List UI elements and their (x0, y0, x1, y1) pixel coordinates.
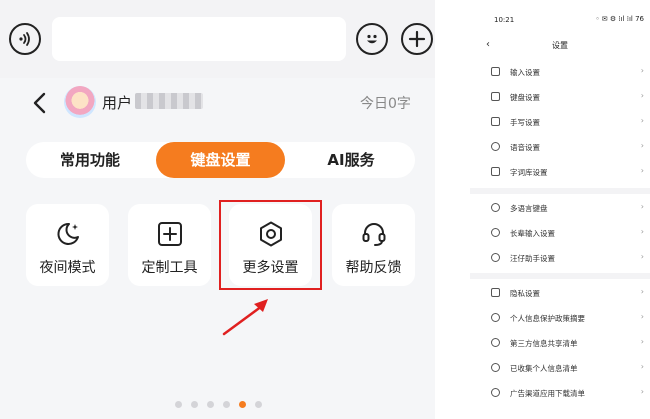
night-mode-label: 夜间模式 (39, 260, 96, 276)
plus-icon (408, 30, 426, 48)
back-arrow-icon[interactable] (30, 92, 50, 114)
page-dot[interactable] (175, 401, 182, 408)
settings-row-label: 个人信息保护政策摘要 (510, 314, 585, 323)
settings-row[interactable]: 汪仔助手设置 › (470, 246, 650, 271)
status-icons: ◦ ✉ ⚙ ⁞ıl ⁞ıl 76 (595, 15, 644, 23)
chevron-right-icon: › (640, 387, 644, 396)
settings-row[interactable]: 长辈输入设置 › (470, 221, 650, 246)
settings-row-label: 已收集个人信息清单 (510, 364, 578, 373)
keyboard-panel: 用户 今日0字 常用功能 键盘设置 AI服务 夜间模式 定制工具 更多设置 帮助… (0, 0, 435, 419)
settings-row[interactable]: 第三方信息共享清单 › (470, 331, 650, 356)
chevron-right-icon: › (640, 312, 644, 321)
chevron-right-icon: › (640, 227, 644, 236)
page-indicator (175, 401, 262, 409)
chevron-right-icon: › (640, 202, 644, 211)
settings-title: 设置 (552, 41, 568, 50)
settings-row-label: 键盘设置 (510, 93, 540, 102)
page-dot-active[interactable] (239, 401, 246, 408)
settings-group: 多语言键盘 › 长辈输入设置 › 汪仔助手设置 › (470, 196, 650, 271)
settings-row-label: 广告渠道应用下载清单 (510, 389, 585, 398)
chevron-right-icon: › (640, 252, 644, 261)
chevron-right-icon: › (640, 166, 644, 175)
today-word-count: 今日0字 (360, 96, 411, 112)
voice-wave-icon (19, 32, 30, 46)
username-label: 用户 (102, 94, 133, 112)
tab-bar: 常用功能 键盘设置 AI服务 (26, 142, 415, 178)
keyboard-toolbar (0, 0, 435, 78)
settings-row[interactable]: 输入设置 › (470, 60, 650, 85)
settings-row-icon (491, 203, 500, 212)
voice-input-button[interactable] (9, 23, 41, 55)
settings-row[interactable]: 语音设置 › (470, 135, 650, 160)
custom-tools-card[interactable]: 定制工具 (128, 204, 211, 286)
settings-row-label: 手写设置 (510, 118, 540, 127)
tab-common-functions[interactable]: 常用功能 (26, 142, 154, 178)
settings-row-icon (491, 288, 500, 297)
avatar[interactable] (64, 86, 96, 118)
settings-row-label: 汪仔助手设置 (510, 254, 555, 263)
settings-row-icon (491, 167, 500, 176)
settings-row[interactable]: 多语言键盘 › (470, 196, 650, 221)
page-dot[interactable] (255, 401, 262, 408)
page-dot[interactable] (191, 401, 198, 408)
settings-row-label: 隐私设置 (510, 289, 540, 298)
status-time: 10:21 (494, 16, 515, 24)
settings-row-icon (491, 142, 500, 151)
candidate-input-area[interactable] (52, 17, 346, 61)
moon-star-icon (56, 222, 79, 245)
settings-group: 输入设置 › 键盘设置 › 手写设置 › 语音设置 › 字词库设置 › (470, 60, 650, 185)
settings-row[interactable]: 隐私设置 › (470, 281, 650, 306)
settings-row[interactable]: 手写设置 › (470, 110, 650, 135)
settings-row-icon (491, 253, 500, 262)
settings-row[interactable]: 字词库设置 › (470, 160, 650, 185)
headset-icon (362, 223, 385, 246)
chevron-right-icon: › (640, 66, 644, 75)
page-dot[interactable] (207, 401, 214, 408)
chevron-right-icon: › (640, 116, 644, 125)
settings-group: 隐私设置 › 个人信息保护政策摘要 › 第三方信息共享清单 › 已收集个人信息清单 › 广告渠道… (470, 281, 650, 406)
night-mode-card[interactable]: 夜间模式 (26, 204, 109, 286)
settings-row[interactable]: 个人信息保护政策摘要 › (470, 306, 650, 331)
settings-row-label: 多语言键盘 (510, 204, 548, 213)
chevron-right-icon: › (640, 91, 644, 100)
settings-group-divider (470, 188, 650, 194)
settings-row[interactable]: 键盘设置 › (470, 85, 650, 110)
custom-tools-label: 定制工具 (141, 260, 198, 276)
settings-row-label: 语音设置 (510, 143, 540, 152)
chevron-right-icon: › (640, 362, 644, 371)
settings-row-icon (491, 313, 500, 322)
settings-row-icon (491, 117, 500, 126)
settings-row-label: 第三方信息共享清单 (510, 339, 578, 348)
settings-row-label: 长辈输入设置 (510, 229, 555, 238)
chevron-right-icon: › (640, 287, 644, 296)
settings-row-icon (491, 338, 500, 347)
settings-row-label: 输入设置 (510, 68, 540, 77)
settings-row[interactable]: 已收集个人信息清单 › (470, 356, 650, 381)
emoji-button[interactable] (356, 23, 388, 55)
page-dot[interactable] (223, 401, 230, 408)
annotation-highlight-box (219, 200, 322, 290)
add-button[interactable] (401, 23, 433, 55)
settings-screen: 10:21 ◦ ✉ ⚙ ⁞ıl ⁞ıl 76 ‹ 设置 输入设置 › 键盘设置 › 手写… (470, 0, 650, 419)
settings-row-icon (491, 388, 500, 397)
settings-group-divider (470, 273, 650, 279)
settings-row-icon (491, 67, 500, 76)
settings-row-label: 字词库设置 (510, 168, 548, 177)
chevron-right-icon: › (640, 337, 644, 346)
help-feedback-label: 帮助反馈 (345, 260, 402, 276)
plus-square-icon (157, 222, 182, 246)
annotation-arrow-icon (222, 299, 268, 336)
settings-row-icon (491, 228, 500, 237)
settings-row-icon (491, 92, 500, 101)
tab-ai-service[interactable]: AI服务 (287, 142, 415, 178)
smiley-icon (367, 34, 377, 44)
tab-keyboard-settings[interactable]: 键盘设置 (156, 142, 285, 178)
username-redacted (135, 93, 203, 109)
settings-row-icon (491, 363, 500, 372)
help-feedback-card[interactable]: 帮助反馈 (332, 204, 415, 286)
settings-row[interactable]: 广告渠道应用下载清单 › (470, 381, 650, 406)
chevron-right-icon: › (640, 141, 644, 150)
